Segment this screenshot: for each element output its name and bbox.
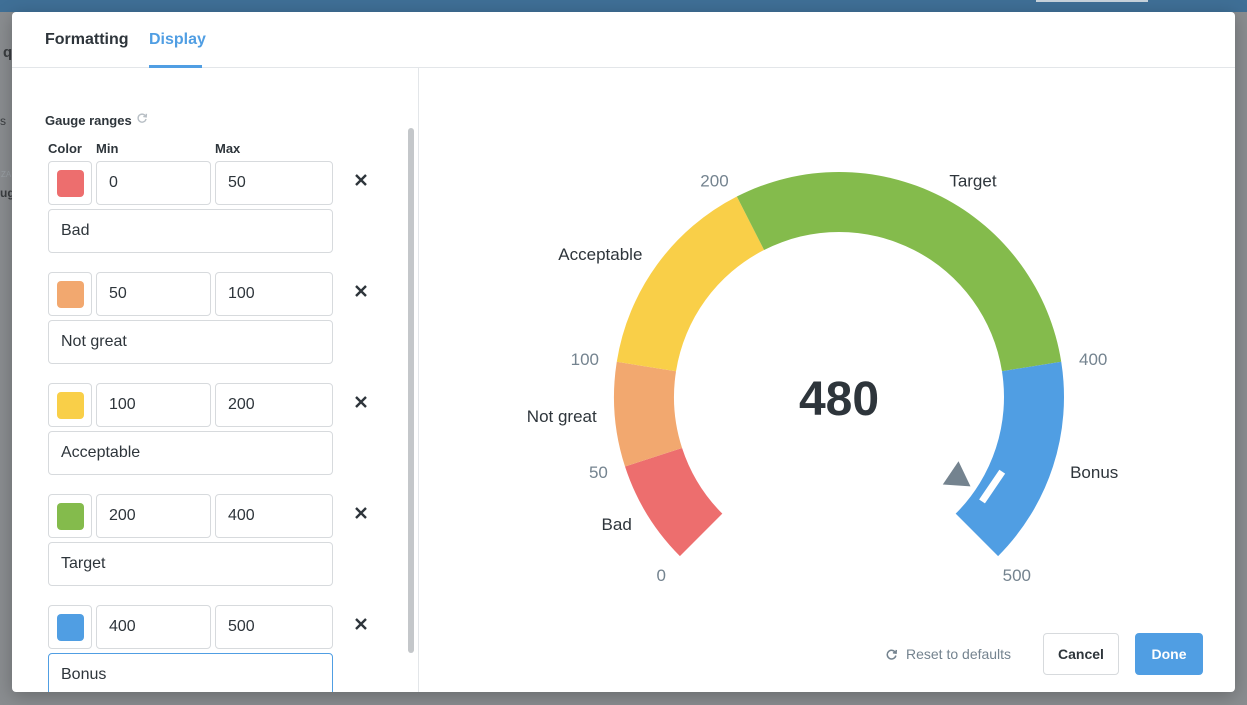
gauge-range-row [48, 161, 378, 261]
gauge-ranges-title: Gauge ranges [45, 113, 132, 128]
gauge-preview: Bad Not great Acceptable Target Bonus 0 50 100 2… [420, 68, 1235, 692]
range-min-input[interactable] [96, 161, 211, 205]
tab-display[interactable]: Display [149, 31, 206, 49]
gauge-range-row [48, 605, 378, 692]
color-swatch [57, 503, 84, 530]
range-max-input[interactable] [215, 494, 333, 538]
range-label-input[interactable] [48, 653, 333, 692]
settings-panel: Gauge ranges Color Min Max [12, 68, 419, 692]
range-min-input[interactable] [96, 272, 211, 316]
range-max-input[interactable] [215, 605, 333, 649]
gauge-segment-label: Target [949, 171, 997, 190]
gauge-chart: Bad Not great Acceptable Target Bonus 0 50 100 2… [527, 171, 1118, 585]
range-min-input[interactable] [96, 383, 211, 427]
settings-scrollbar[interactable] [408, 128, 414, 653]
done-button[interactable]: Done [1135, 633, 1203, 675]
min-column-label: Min [96, 141, 119, 156]
gauge-tick-label: 200 [700, 171, 728, 190]
refresh-icon [886, 649, 898, 660]
tab-formatting[interactable]: Formatting [45, 31, 129, 49]
gauge-segment-label: Not great [527, 407, 597, 426]
gauge-segment [614, 361, 683, 467]
max-column-label: Max [215, 141, 241, 156]
range-label-input[interactable] [48, 209, 333, 253]
gauge-segment [736, 172, 1062, 372]
color-picker[interactable] [48, 383, 92, 427]
remove-range-icon[interactable] [354, 173, 368, 187]
gauge-tick-label: 0 [656, 566, 665, 585]
gauge-value: 480 [799, 373, 879, 426]
cancel-button[interactable]: Cancel [1043, 633, 1119, 675]
gauge-segment [955, 361, 1064, 557]
gauge-needle [942, 461, 971, 487]
color-swatch [57, 392, 84, 419]
backdrop-text-fragment: ZA [1, 170, 12, 179]
gauge-range-row [48, 272, 378, 372]
color-swatch [57, 281, 84, 308]
backdrop-text-fragment: q [3, 44, 13, 61]
range-max-input[interactable] [215, 272, 333, 316]
gauge-segment-label: Bad [602, 515, 632, 534]
color-column-label: Color [48, 141, 82, 156]
range-label-input[interactable] [48, 431, 333, 475]
gauge-segment-label: Bonus [1070, 463, 1118, 482]
gauge-tick-label: 500 [1003, 566, 1031, 585]
gauge-range-row [48, 383, 378, 483]
range-label-input[interactable] [48, 542, 333, 586]
color-picker[interactable] [48, 494, 92, 538]
color-swatch [57, 614, 84, 641]
color-picker[interactable] [48, 272, 92, 316]
gauge-tick-label: 100 [571, 350, 599, 369]
chart-settings-modal: Formatting Display Gauge ranges Color Mi… [12, 12, 1235, 692]
gauge-segment [625, 447, 723, 557]
gauge-segment [616, 196, 765, 372]
backdrop-tab-chip [1036, 0, 1148, 2]
gauge-segment-label: Acceptable [558, 245, 642, 264]
refresh-icon[interactable] [136, 112, 148, 124]
remove-range-icon[interactable] [354, 506, 368, 520]
color-swatch [57, 170, 84, 197]
backdrop-text-fragment: s [0, 114, 6, 128]
range-max-input[interactable] [215, 161, 333, 205]
settings-tabs: Formatting Display [12, 12, 1235, 68]
gauge-tick-label: 50 [589, 463, 608, 482]
reset-label: Reset to defaults [906, 646, 1012, 662]
range-label-input[interactable] [48, 320, 333, 364]
color-picker[interactable] [48, 161, 92, 205]
reset-to-defaults-link[interactable]: Reset to defaults [885, 646, 1011, 662]
remove-range-icon[interactable] [354, 284, 368, 298]
remove-range-icon[interactable] [354, 617, 368, 631]
range-min-input[interactable] [96, 605, 211, 649]
range-min-input[interactable] [96, 494, 211, 538]
gauge-range-row [48, 494, 378, 594]
range-max-input[interactable] [215, 383, 333, 427]
gauge-tick-label: 400 [1079, 350, 1107, 369]
remove-range-icon[interactable] [354, 395, 368, 409]
color-picker[interactable] [48, 605, 92, 649]
